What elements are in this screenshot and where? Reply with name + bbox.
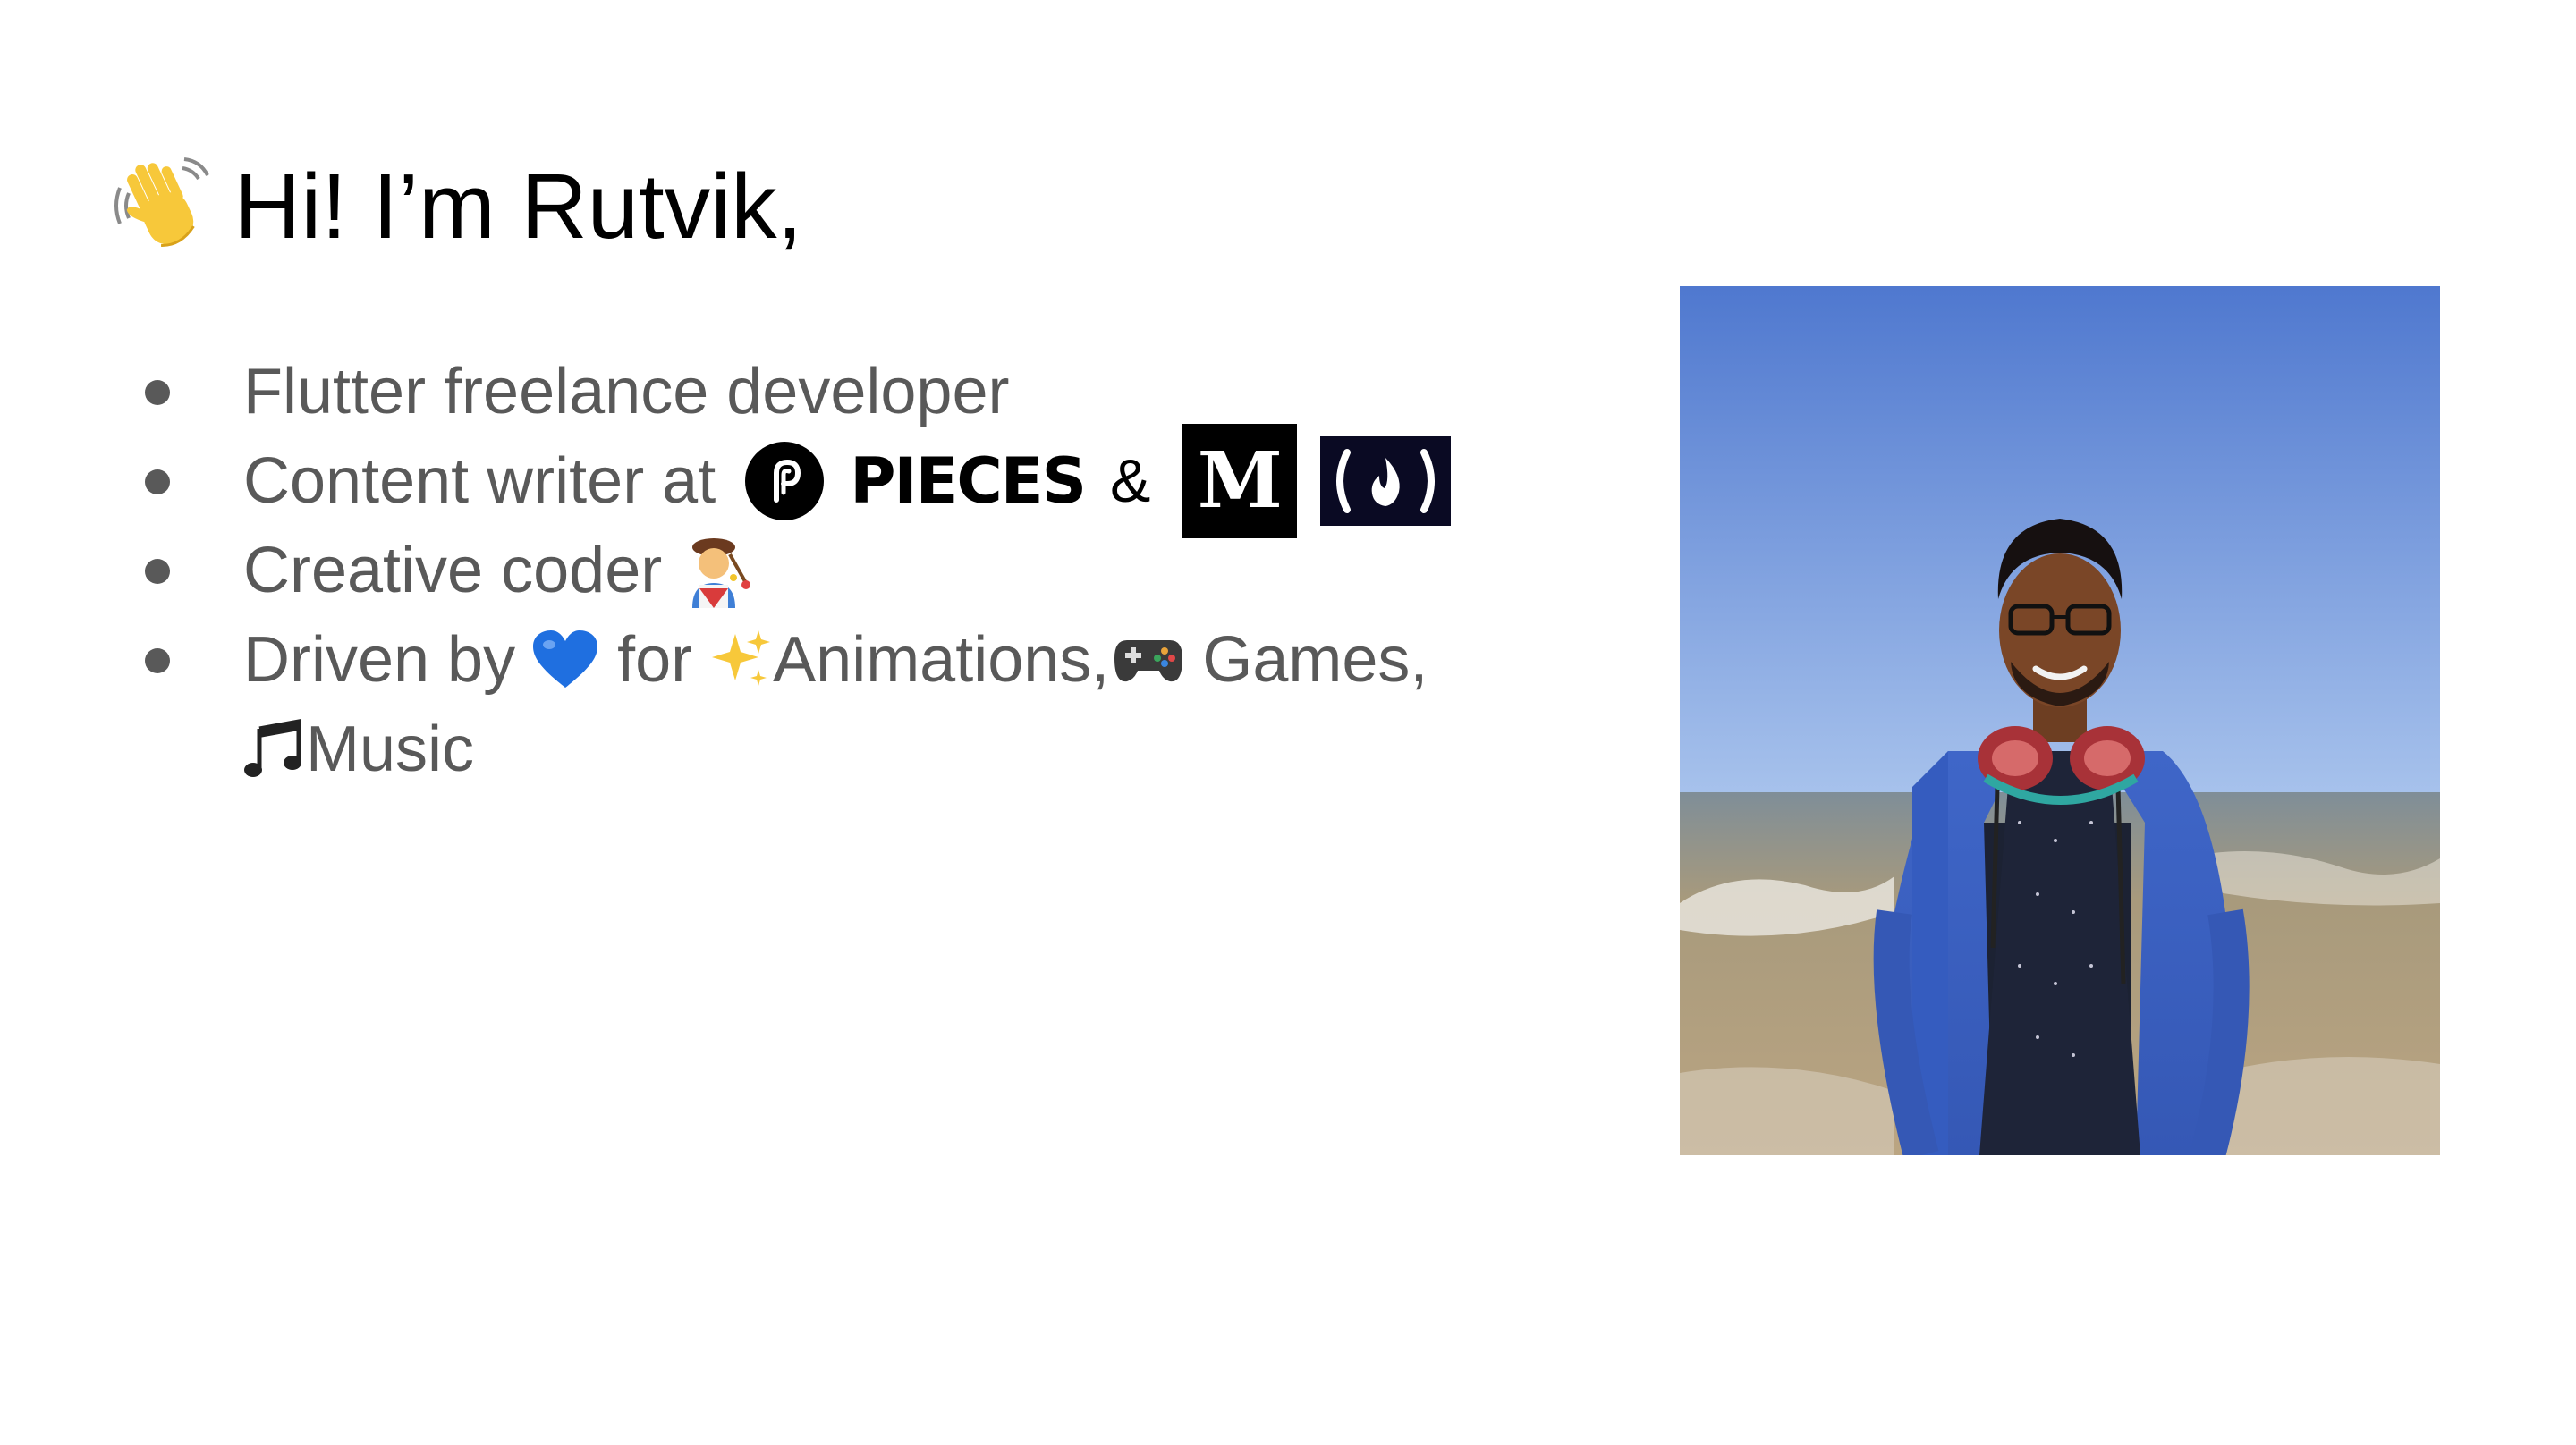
portrait-image <box>1680 286 2440 1155</box>
bullet-dot <box>145 648 170 673</box>
slide-title: Hi! I’m Rutvik, <box>107 152 802 259</box>
bullet-item: Creative coder <box>134 526 1451 615</box>
bullet-text: Animations, <box>773 624 1110 696</box>
bullet-text: Games, <box>1202 624 1428 696</box>
bullet-continuation: Music <box>134 705 1451 794</box>
bullet-item: Content writer at PIECES & M <box>134 424 1452 538</box>
bullet-dot <box>145 559 170 584</box>
bullet-item: Driven by for Animations, Games, <box>134 615 1451 705</box>
bullet-text: Music <box>306 714 475 785</box>
freecodecamp-flame-icon <box>1336 449 1436 513</box>
artist-icon <box>692 538 751 608</box>
freecodecamp-logo <box>1320 436 1452 526</box>
pieces-logo: PIECES <box>744 436 1087 526</box>
portrait-photo <box>1680 286 2440 1155</box>
title-text: Hi! I’m Rutvik, <box>234 154 803 258</box>
bullet-text: for <box>617 624 693 696</box>
pieces-mark-icon <box>745 442 825 520</box>
medium-logo: M <box>1182 424 1298 538</box>
blue-heart-icon <box>533 630 598 688</box>
pieces-wordmark: PIECES <box>850 444 1087 518</box>
waving-hand-icon <box>114 157 209 247</box>
bullet-text: Driven by <box>243 624 516 696</box>
bullet-text: Content writer at <box>243 445 716 517</box>
bullet-text: Creative coder <box>243 535 663 606</box>
bullet-text: Flutter freelance developer <box>243 356 1010 427</box>
slide: Hi! I’m Rutvik, Flutter freelance develo… <box>0 0 2576 1445</box>
bullet-dot <box>145 380 170 405</box>
bullet-item: Flutter freelance developer <box>134 347 1451 436</box>
sparkles-icon <box>712 630 771 686</box>
ampersand: & <box>1110 447 1151 515</box>
game-controller-icon <box>1114 640 1183 682</box>
bullet-dot <box>145 469 170 494</box>
music-notes-icon <box>244 719 301 777</box>
bullet-list: Flutter freelance developer Content writ… <box>134 347 1452 794</box>
